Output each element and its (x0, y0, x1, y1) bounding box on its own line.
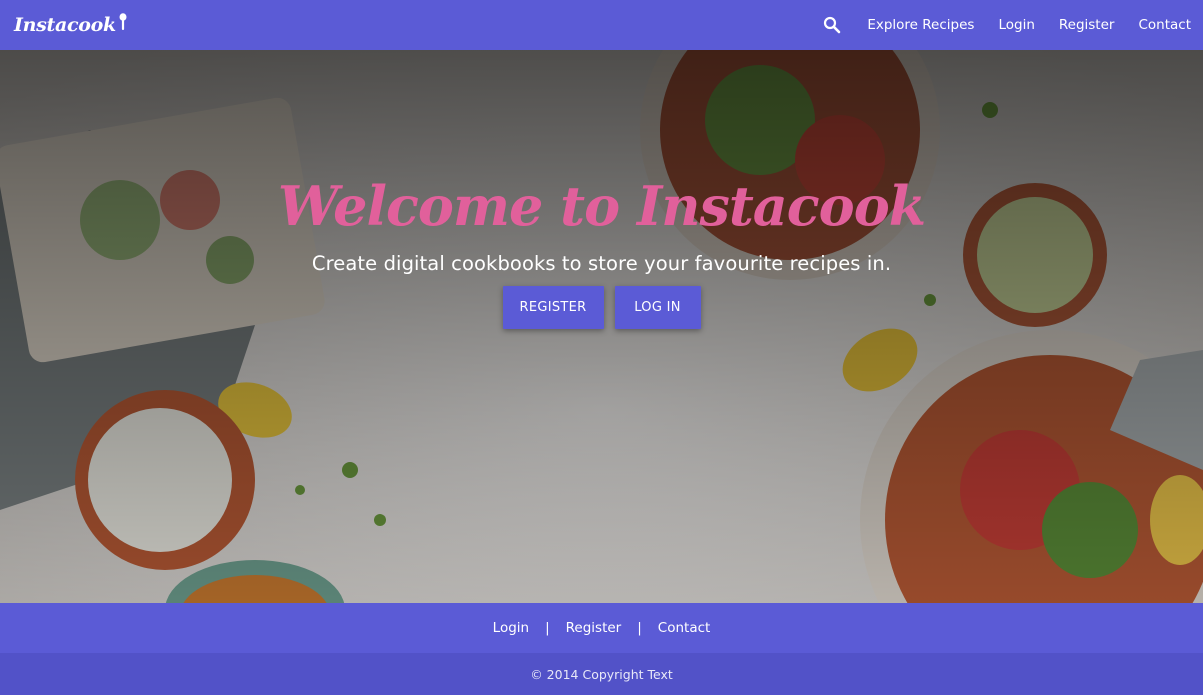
copyright-text: © 2014 Copyright Text (530, 666, 673, 682)
hero-section: Welcome to Instacook Create digital cook… (0, 50, 1203, 603)
footer-register-link[interactable]: Register (566, 620, 622, 636)
brand-logo[interactable]: Instacook (14, 13, 128, 36)
nav-contact[interactable]: Contact (1138, 17, 1191, 33)
hero-title: Welcome to Instacook (277, 174, 926, 238)
footer-separator: | (545, 620, 550, 636)
footer-links: Login | Register | Contact (0, 603, 1203, 653)
brand-name: Instacook (14, 14, 116, 36)
navbar: Instacook Explore Recipes Login Register… (0, 0, 1203, 50)
nav-login[interactable]: Login (998, 17, 1034, 33)
nav-register[interactable]: Register (1059, 17, 1115, 33)
spoon-icon (119, 13, 127, 30)
footer-copyright-bar: © 2014 Copyright Text (0, 653, 1203, 695)
hero-subtitle: Create digital cookbooks to store your f… (311, 252, 892, 275)
hero-buttons: REGISTER LOG IN (0, 286, 1203, 329)
footer-login-link[interactable]: Login (493, 620, 529, 636)
hero-register-button[interactable]: REGISTER (502, 286, 604, 329)
footer-separator: | (637, 620, 642, 636)
search-icon[interactable] (823, 16, 841, 34)
hero-login-button[interactable]: LOG IN (614, 286, 701, 329)
nav-menu: Explore Recipes Login Register Contact (823, 16, 1191, 34)
hero-content: Welcome to Instacook Create digital cook… (0, 168, 1203, 329)
nav-explore-recipes[interactable]: Explore Recipes (867, 17, 974, 33)
footer-contact-link[interactable]: Contact (658, 620, 711, 636)
